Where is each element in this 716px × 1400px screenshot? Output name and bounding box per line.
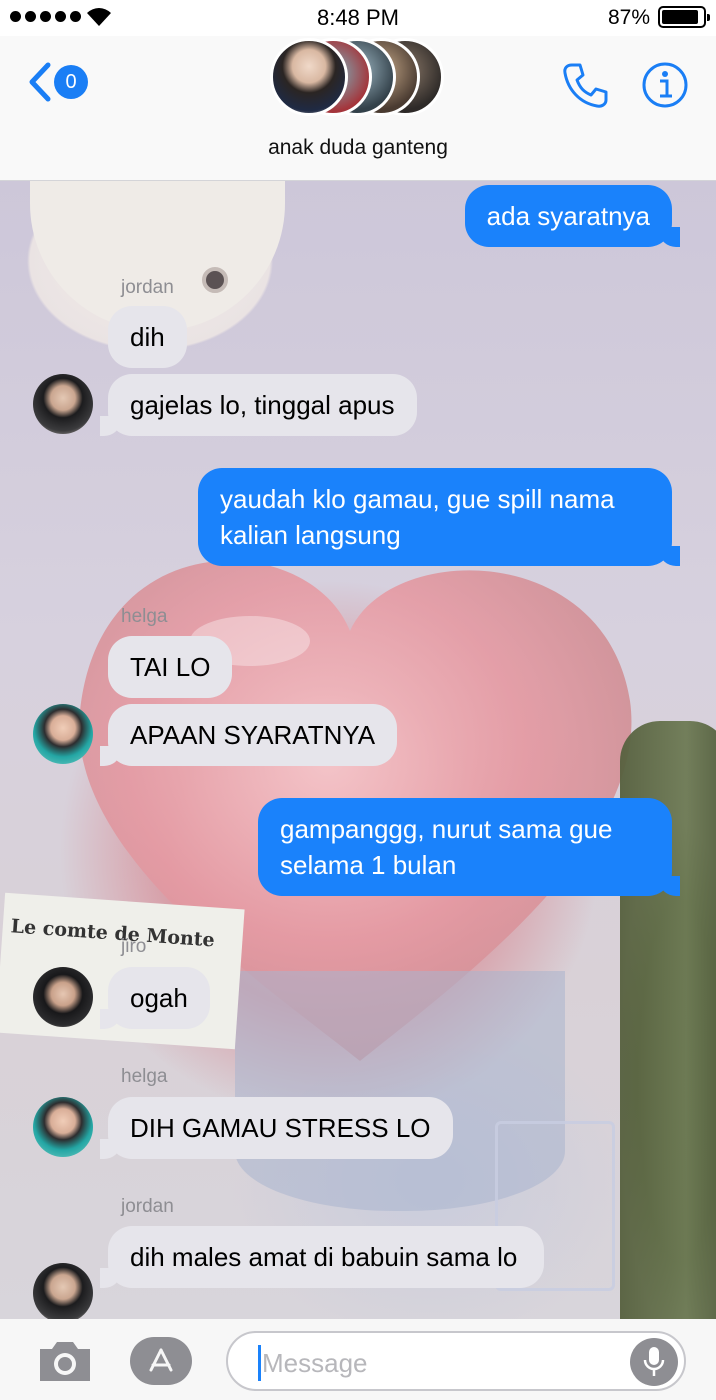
info-icon[interactable] bbox=[640, 60, 690, 110]
app-store-icon bbox=[149, 1348, 173, 1372]
avatar-helga[interactable] bbox=[33, 704, 93, 764]
sender-name: jiro bbox=[121, 936, 147, 957]
app-store-button[interactable] bbox=[130, 1337, 192, 1385]
message-incoming[interactable]: dih bbox=[108, 306, 187, 368]
message-outgoing[interactable]: yaudah klo gamau, gue spill nama kalian … bbox=[198, 468, 680, 566]
message-incoming[interactable]: TAI LO bbox=[108, 636, 233, 698]
sender-name: helga bbox=[121, 1066, 168, 1087]
message-placeholder: Message bbox=[262, 1348, 368, 1378]
message-list[interactable]: Le comte de Monte ada syaratnya jordan d… bbox=[0, 181, 716, 1319]
message-input[interactable]: Message bbox=[226, 1331, 686, 1391]
back-button[interactable]: 0 bbox=[28, 62, 88, 102]
camera-icon[interactable] bbox=[36, 1339, 94, 1383]
battery-icon bbox=[658, 6, 710, 28]
message-incoming[interactable]: APAAN SYARATNYA bbox=[99, 704, 398, 766]
group-avatars[interactable] bbox=[270, 38, 450, 120]
message-incoming[interactable]: dih males amat di babuin sama lo bbox=[100, 1226, 544, 1288]
sender-name: jordan bbox=[121, 1196, 174, 1217]
message-incoming[interactable]: DIH GAMAU STRESS LO bbox=[100, 1097, 453, 1159]
avatar-helga[interactable] bbox=[33, 1097, 93, 1157]
avatar-jordan[interactable] bbox=[33, 374, 93, 434]
avatar-jordan[interactable] bbox=[33, 1263, 93, 1319]
microphone-icon bbox=[643, 1347, 665, 1376]
message-outgoing[interactable]: gampanggg, nurut sama gue selama 1 bulan bbox=[258, 798, 680, 896]
book-text: Le comte de Monte bbox=[10, 915, 216, 952]
sender-name: jordan bbox=[121, 277, 174, 298]
group-name[interactable]: anak duda ganteng bbox=[0, 136, 716, 160]
sender-name: helga bbox=[121, 606, 168, 627]
message-incoming[interactable]: gajelas lo, tinggal apus bbox=[100, 374, 417, 436]
composer-bar: Message bbox=[0, 1319, 716, 1400]
conversation-header: 0 anak duda ganteng bbox=[0, 36, 716, 181]
back-chevron-icon bbox=[29, 62, 51, 102]
microphone-button[interactable] bbox=[630, 1338, 678, 1386]
text-caret bbox=[258, 1345, 261, 1381]
avatar-jiro[interactable] bbox=[33, 967, 93, 1027]
message-incoming[interactable]: ogah bbox=[100, 967, 210, 1029]
unread-badge: 0 bbox=[54, 65, 88, 99]
message-outgoing[interactable]: ada syaratnya bbox=[464, 185, 681, 247]
phone-icon[interactable] bbox=[560, 60, 610, 110]
status-bar: 8:48 PM 87% bbox=[0, 0, 716, 36]
avatar bbox=[270, 38, 348, 116]
battery-percent: 87% bbox=[607, 6, 650, 29]
